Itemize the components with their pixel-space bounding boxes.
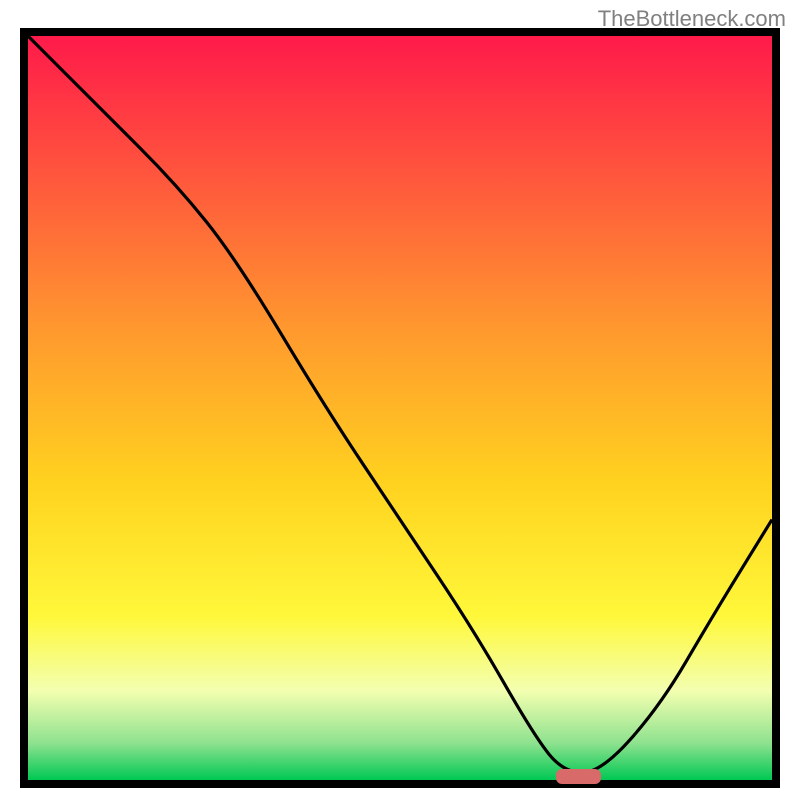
chart-container: TheBottleneck.com: [0, 0, 800, 800]
chart-frame: [20, 28, 780, 788]
bottleneck-curve: [28, 36, 772, 780]
optimal-marker: [556, 769, 601, 784]
watermark-text: TheBottleneck.com: [598, 6, 786, 32]
